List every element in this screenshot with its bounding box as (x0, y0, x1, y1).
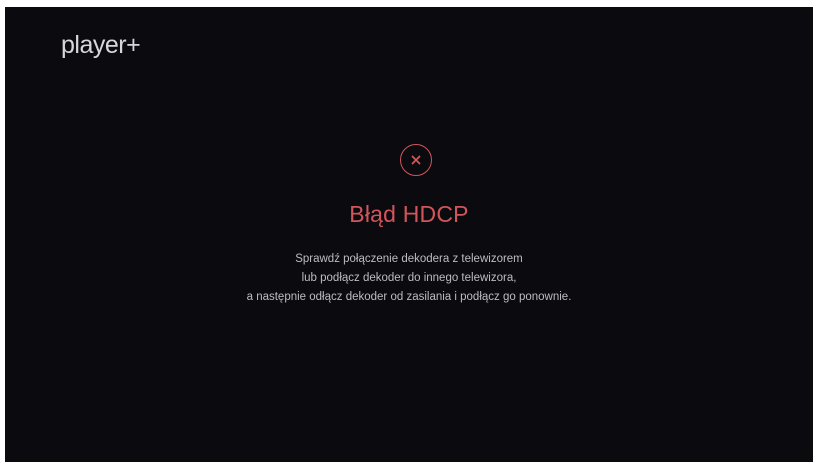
error-message-line: Sprawdź połączenie dekodera z telewizore… (295, 253, 523, 265)
player-plus-logo: player+ (61, 31, 141, 59)
close-icon (411, 155, 421, 165)
error-message-line: lub podłącz dekoder do innego telewizora… (301, 272, 517, 284)
error-message-line: a następnie odłącz dekoder od zasilania … (246, 291, 572, 303)
tv-screen: player+ Błąd HDCP Sprawdź połączenie dek… (5, 7, 813, 462)
error-message: Sprawdź połączenie dekodera z telewizore… (5, 250, 813, 307)
error-title: Błąd HDCP (349, 201, 469, 227)
error-icon (400, 144, 432, 176)
